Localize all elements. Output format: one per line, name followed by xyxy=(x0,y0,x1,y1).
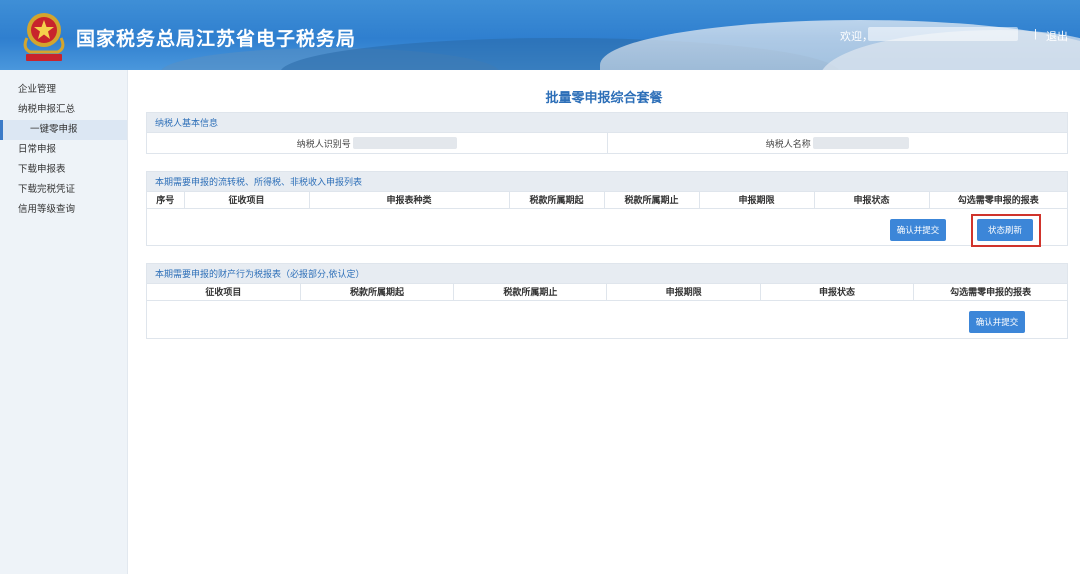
column-header: 税款所属期起 xyxy=(300,284,455,301)
column-header: 税款所属期止 xyxy=(604,192,700,209)
sidebar-item-daily-declaration[interactable]: 日常申报 xyxy=(0,140,127,160)
basic-info-panel: 纳税人基本信息 纳税人识别号 纳税人名称 xyxy=(146,112,1068,154)
panel-title: 本期需要申报的流转税、所得税、非税收入申报列表 xyxy=(147,172,1067,192)
username-redacted xyxy=(868,27,1018,41)
sidebar-item-one-click-zero[interactable]: 一键零申报 xyxy=(0,120,127,140)
column-header: 序号 xyxy=(147,192,185,209)
header-separator: | xyxy=(1034,28,1037,40)
column-header: 征收项目 xyxy=(147,284,301,301)
property-tax-panel: 本期需要申报的财产行为税报表（必报部分,依认定） 征收项目 税款所属期起 税款所… xyxy=(146,263,1068,339)
main-content: 批量零申报综合套餐 纳税人基本信息 纳税人识别号 纳税人名称 本期需要申报的流转… xyxy=(128,70,1080,574)
taxpayer-id-cell: 纳税人识别号 xyxy=(147,133,608,153)
sidebar-item-enterprise-management[interactable]: 企业管理 xyxy=(0,80,127,100)
column-header: 税款所属期止 xyxy=(453,284,608,301)
taxpayer-id-redacted xyxy=(352,137,457,149)
column-header: 申报状态 xyxy=(814,192,930,209)
taxpayer-name-cell: 纳税人名称 xyxy=(608,133,1068,153)
taxpayer-name-redacted xyxy=(812,137,909,149)
confirm-submit-button[interactable]: 确认并提交 xyxy=(890,218,946,241)
panel-title: 本期需要申报的财产行为税报表（必报部分,依认定） xyxy=(147,264,1067,284)
column-header: 税款所属期起 xyxy=(509,192,605,209)
column-header: 申报期限 xyxy=(699,192,815,209)
column-header: 申报表种类 xyxy=(309,192,510,209)
sidebar-item-credit-rating[interactable]: 信用等级查询 xyxy=(0,200,127,220)
logout-link[interactable]: 退出 xyxy=(1046,28,1068,44)
taxpayer-name-label: 纳税人名称 xyxy=(765,138,811,149)
national-tax-emblem-icon xyxy=(23,13,65,61)
column-header: 申报期限 xyxy=(606,284,761,301)
column-header: 申报状态 xyxy=(760,284,915,301)
turnover-table: 序号 征收项目 申报表种类 税款所属期起 税款所属期止 申报期限 申报状态 勾选… xyxy=(147,192,1067,209)
refresh-status-button[interactable]: 状态刷新 xyxy=(977,218,1033,241)
sidebar-item-declaration-summary[interactable]: 纳税申报汇总 xyxy=(0,100,127,120)
turnover-tax-panel: 本期需要申报的流转税、所得税、非税收入申报列表 序号 征收项目 申报表种类 税款… xyxy=(146,171,1068,247)
top-banner: 国家税务总局江苏省电子税务局 欢迎， | 退出 xyxy=(0,0,1080,70)
page-title: 批量零申报综合套餐 xyxy=(545,90,663,105)
column-header: 征收项目 xyxy=(184,192,310,209)
sidebar-item-download-tax-proof[interactable]: 下载完税凭证 xyxy=(0,180,127,200)
sidebar: 企业管理 纳税申报汇总 一键零申报 日常申报 下载申报表 下载完税凭证 信用等级… xyxy=(0,70,128,574)
site-title: 国家税务总局江苏省电子税务局 xyxy=(76,29,357,50)
property-table: 征收项目 税款所属期起 税款所属期止 申报期限 申报状态 勾选需零申报的报表 xyxy=(147,284,1067,301)
column-header: 勾选需零申报的报表 xyxy=(913,284,1067,301)
panel-title: 纳税人基本信息 xyxy=(147,113,1067,133)
sidebar-item-download-forms[interactable]: 下载申报表 xyxy=(0,160,127,180)
confirm-submit-button[interactable]: 确认并提交 xyxy=(969,310,1025,333)
taxpayer-id-label: 纳税人识别号 xyxy=(296,138,351,149)
column-header: 勾选需零申报的报表 xyxy=(929,192,1067,209)
